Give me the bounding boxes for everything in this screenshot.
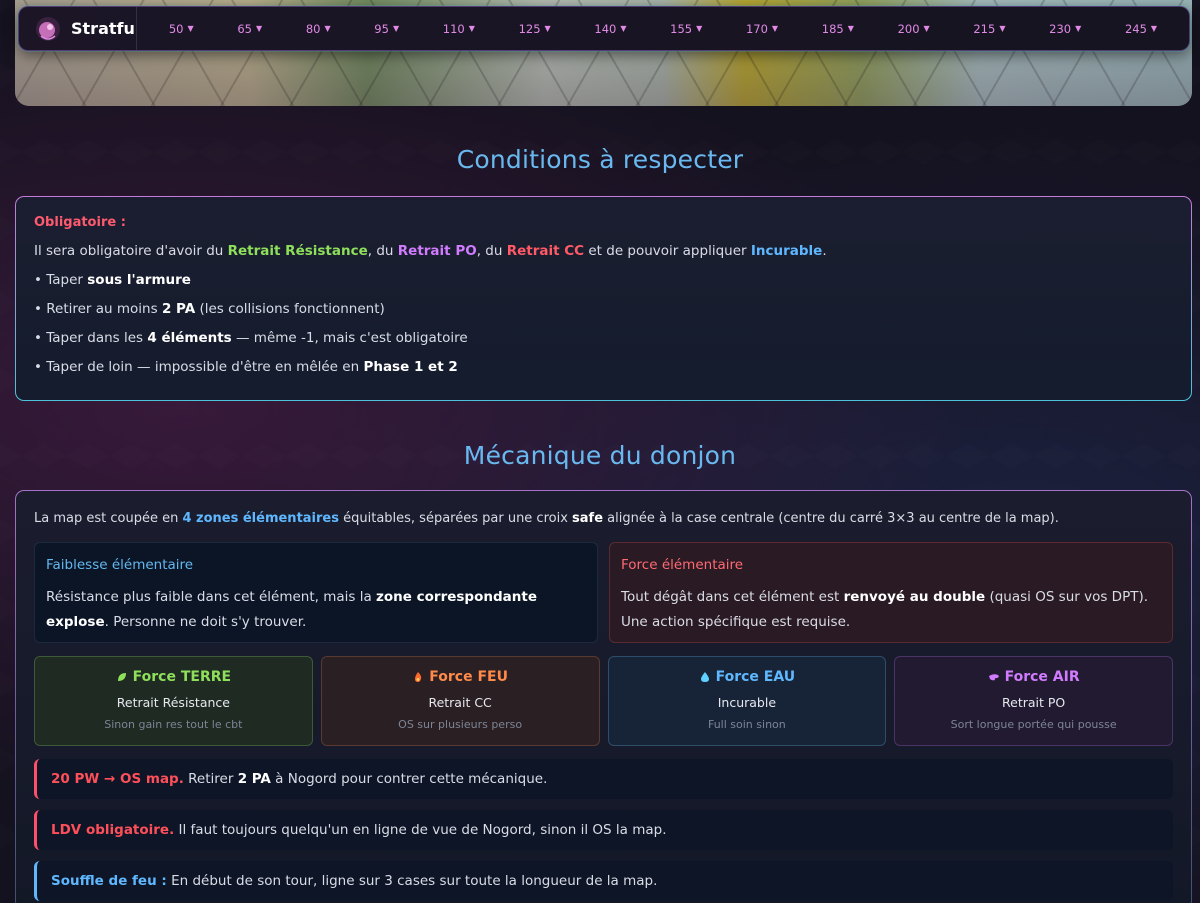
retrait-cc-keyword: Retrait CC <box>506 243 585 259</box>
force-cards: Force TERRE Retrait Résistance Sinon gai… <box>34 656 1173 746</box>
chevron-down-icon: ▼ <box>255 24 263 33</box>
chevron-down-icon: ▼ <box>1150 24 1158 33</box>
strength-text: Tout dégât dans cet élément est renvoyé … <box>621 589 1149 630</box>
conditions-card: Obligatoire : Il sera obligatoire d'avoi… <box>15 196 1192 401</box>
nav-item-80[interactable]: 80 ▼ <box>306 22 331 36</box>
chevron-down-icon: ▼ <box>392 24 400 33</box>
condition-bullet: • Retirer au moins 2 PA (les collisions … <box>34 301 385 317</box>
chevron-down-icon: ▼ <box>468 24 475 33</box>
chevron-down-icon: ▼ <box>187 24 194 33</box>
note-souffle-de-feu: Souffle de feu : En début de son tour, l… <box>34 861 1173 901</box>
chevron-down-icon: ▼ <box>771 24 779 33</box>
chevron-down-icon: ▼ <box>696 24 703 33</box>
stratfu-logo-icon <box>36 16 60 41</box>
flame-icon <box>415 672 422 682</box>
weakness-title: Faiblesse élémentaire <box>46 557 194 573</box>
note-20pw: 20 PW → OS map. Retirer 2 PA à Nogord po… <box>34 759 1173 799</box>
chevron-down-icon: ▼ <box>847 24 854 33</box>
obligatoire-label: Obligatoire : <box>34 215 126 230</box>
nav-item-245[interactable]: 245 ▼ <box>1125 22 1157 36</box>
requirements-line: Il sera obligatoire d'avoir du Retrait R… <box>34 243 827 259</box>
strength-panel: Force élémentaire Tout dégât dans cet él… <box>609 542 1173 643</box>
nav-item-65[interactable]: 65 ▼ <box>237 22 262 36</box>
force-air-card: Force AIR Retrait PO Sort longue portée … <box>894 656 1173 746</box>
nav-item-125[interactable]: 125 ▼ <box>519 22 551 36</box>
retrait-po-keyword: Retrait PO <box>397 243 477 259</box>
weakness-panel: Faiblesse élémentaire Résistance plus fa… <box>34 542 598 643</box>
force-eau-card: Force EAU Incurable Full soin sinon <box>607 656 887 746</box>
nav-item-215[interactable]: 215 ▼ <box>973 22 1005 36</box>
incurable-keyword: Incurable <box>750 243 823 259</box>
condition-bullet: • Taper de loin — impossible d'être en m… <box>34 359 458 375</box>
level-nav: 50 ▼ 65 ▼ 80 ▼ 95 ▼ 110 ▼ 125 ▼ 140 ▼ 155 ▼ 170 ▼… <box>137 22 1189 36</box>
droplet-icon <box>700 672 709 682</box>
condition-bullet: • Taper dans les 4 éléments — même -1, m… <box>34 330 468 346</box>
nav-item-155[interactable]: 155 ▼ <box>670 22 702 36</box>
mecanique-title: Mécanique du donjon <box>463 441 737 470</box>
nav-item-140[interactable]: 140 ▼ <box>594 22 626 36</box>
chevron-down-icon: ▼ <box>620 24 627 33</box>
mecanique-card: La map est coupée en 4 zones élémentaire… <box>15 490 1192 903</box>
weakness-text: Résistance plus faible dans cet élément,… <box>46 589 537 630</box>
chevron-down-icon: ▼ <box>1075 24 1082 33</box>
nav-item-50[interactable]: 50 ▼ <box>169 22 194 36</box>
chevron-down-icon: ▼ <box>324 24 331 33</box>
brand-name: Stratfu <box>71 19 135 38</box>
nav-item-185[interactable]: 185 ▼ <box>822 22 854 36</box>
leaf-icon <box>117 673 126 681</box>
retrait-resistance-keyword: Retrait Résistance <box>227 243 368 259</box>
chevron-down-icon: ▼ <box>544 24 551 33</box>
brand[interactable]: Stratfu <box>19 7 137 50</box>
nav-item-110[interactable]: 110 ▼ <box>443 22 475 36</box>
nav-item-170[interactable]: 170 ▼ <box>746 22 778 36</box>
conditions-title: Conditions à respecter <box>456 145 744 174</box>
note-ldv: LDV obligatoire. Il faut toujours quelqu… <box>34 810 1173 850</box>
condition-bullet: • Taper sous l'armure <box>34 272 191 288</box>
elemental-panels: Faiblesse élémentaire Résistance plus fa… <box>34 542 1173 643</box>
chevron-down-icon: ▼ <box>999 24 1006 33</box>
force-terre-card: Force TERRE Retrait Résistance Sinon gai… <box>34 656 313 746</box>
nav-item-95[interactable]: 95 ▼ <box>374 22 399 36</box>
nav-item-230[interactable]: 230 ▼ <box>1049 22 1081 36</box>
force-feu-card: Force FEU Retrait CC OS sur plusieurs pe… <box>320 656 600 746</box>
nav-item-200[interactable]: 200 ▼ <box>898 22 930 36</box>
map-intro-text: La map est coupée en 4 zones élémentaire… <box>34 511 1059 526</box>
wind-icon <box>988 674 999 681</box>
chevron-down-icon: ▼ <box>923 24 930 33</box>
strength-title: Force élémentaire <box>621 557 744 573</box>
top-navbar: Stratfu 50 ▼ 65 ▼ 80 ▼ 95 ▼ 110 ▼ 125 ▼ 140 ▼ 1… <box>18 6 1190 51</box>
